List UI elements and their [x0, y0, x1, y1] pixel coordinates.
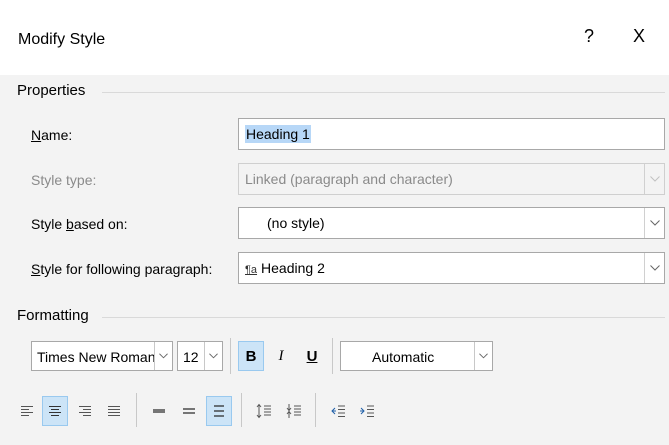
font-color-select[interactable]: Automatic [340, 341, 493, 371]
font-color-value: Automatic [372, 349, 435, 365]
decrease-indent-icon[interactable] [325, 396, 351, 426]
name-field[interactable]: Heading 1 [238, 118, 665, 150]
line-spacing-double-icon[interactable] [206, 396, 232, 426]
chevron-down-icon[interactable] [644, 253, 664, 283]
increase-paragraph-spacing-icon[interactable] [251, 396, 277, 426]
help-button[interactable]: ? [584, 26, 594, 47]
based-on-label: Style based on: [31, 216, 128, 232]
title-bar: Modify Style ? X [0, 0, 669, 75]
separator [315, 393, 316, 427]
chevron-down-icon[interactable] [204, 342, 222, 370]
formatting-divider [102, 317, 665, 318]
size-select[interactable]: 12 [177, 341, 223, 371]
style-type-select: Linked (paragraph and character) [238, 163, 665, 195]
size-value: 12 [183, 349, 199, 365]
name-label: Name: [31, 127, 73, 143]
underline-button[interactable]: U [299, 341, 325, 371]
line-spacing-onehalf-icon[interactable] [176, 396, 202, 426]
align-left-icon[interactable] [14, 396, 40, 426]
style-type-value: Linked (paragraph and character) [245, 171, 453, 187]
align-center-icon[interactable] [42, 396, 68, 426]
chevron-down-icon[interactable] [154, 342, 172, 370]
decrease-paragraph-spacing-icon[interactable] [281, 396, 307, 426]
close-button[interactable]: X [633, 26, 645, 47]
formatting-heading: Formatting [17, 307, 89, 324]
font-select[interactable]: Times New Roman [31, 341, 173, 371]
separator [136, 393, 137, 427]
align-right-icon[interactable] [72, 396, 98, 426]
separator [332, 338, 333, 374]
following-value: Heading 2 [261, 260, 325, 276]
style-type-label: Style type: [31, 172, 97, 188]
properties-divider [102, 92, 665, 93]
following-label: Style for following paragraph: [31, 261, 213, 277]
separator [241, 393, 242, 427]
italic-button[interactable]: I [268, 341, 294, 371]
chevron-down-icon [644, 164, 664, 194]
bold-button[interactable]: B [238, 341, 264, 371]
properties-heading: Properties [17, 82, 86, 99]
following-select[interactable]: ¶a Heading 2 [238, 252, 665, 284]
separator [230, 338, 231, 374]
font-value: Times New Roman [37, 349, 156, 365]
increase-indent-icon[interactable] [354, 396, 380, 426]
linked-style-icon: ¶a [245, 264, 258, 276]
line-spacing-single-icon[interactable] [146, 396, 172, 426]
name-value: Heading 1 [245, 125, 311, 143]
chevron-down-icon[interactable] [474, 342, 492, 370]
justify-icon[interactable] [101, 396, 127, 426]
based-on-value: (no style) [267, 215, 325, 231]
dialog-title: Modify Style [18, 31, 106, 48]
based-on-select[interactable]: (no style) [238, 207, 665, 239]
chevron-down-icon[interactable] [644, 208, 664, 238]
